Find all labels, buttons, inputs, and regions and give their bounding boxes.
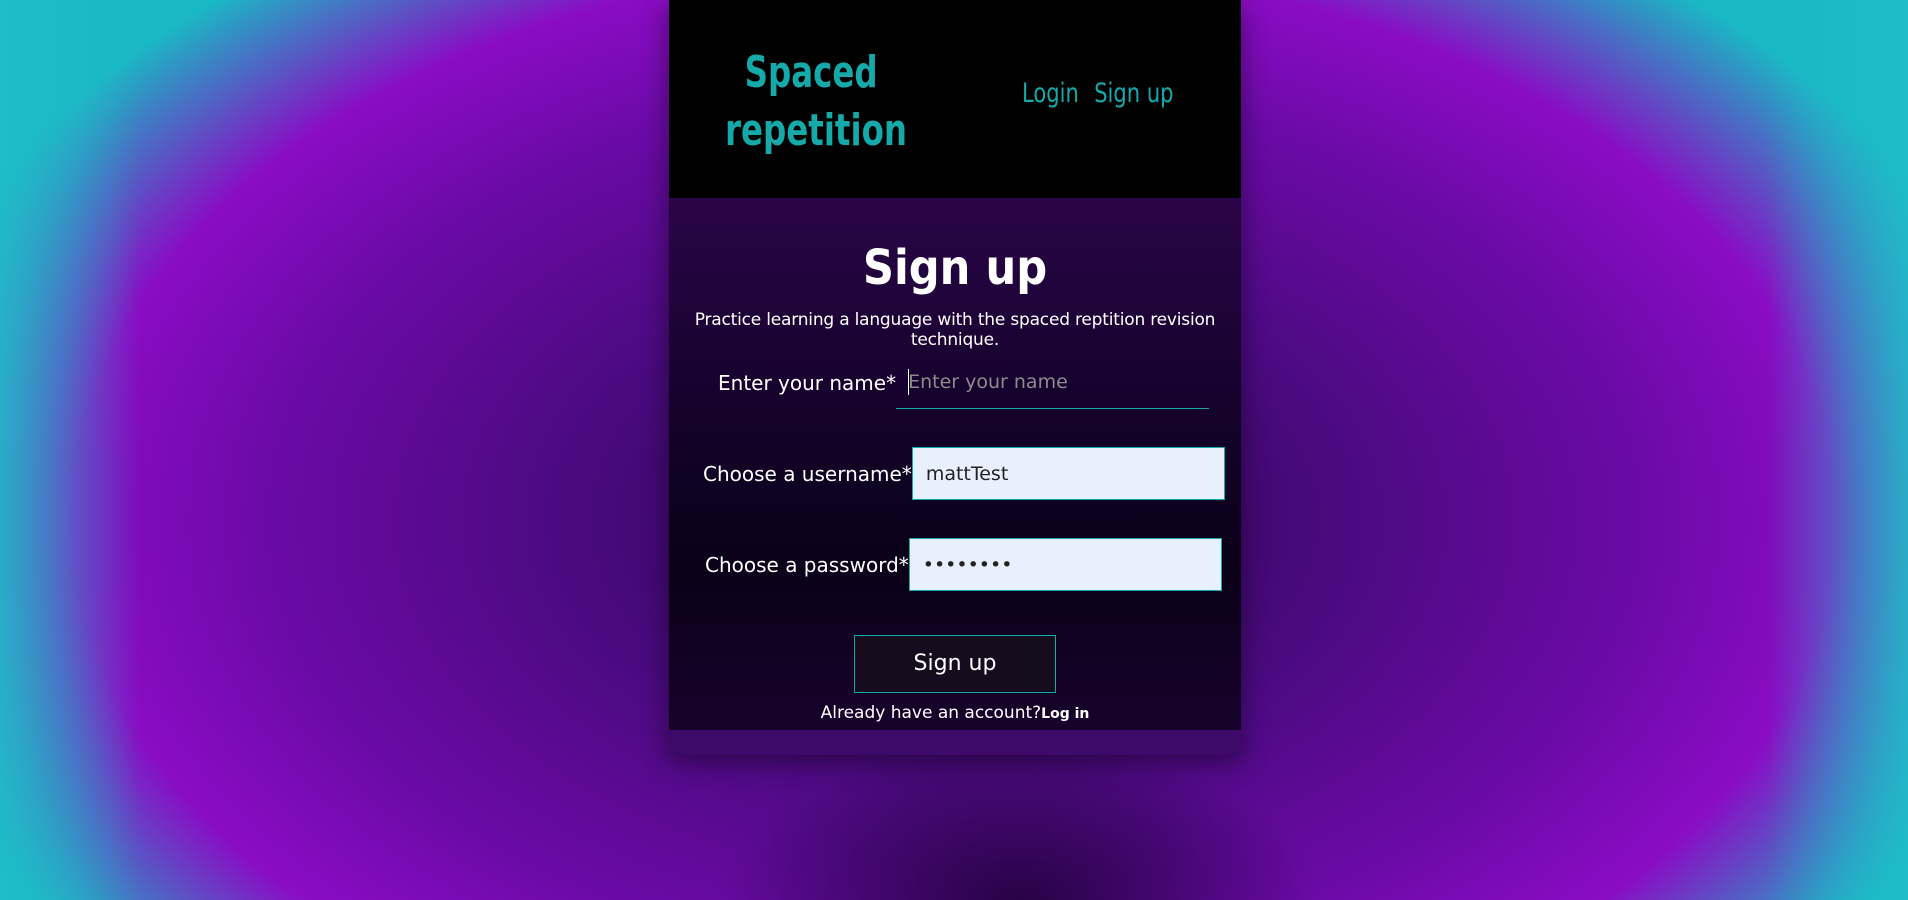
password-label: Choose a password* bbox=[705, 552, 909, 577]
site-logo[interactable]: Spaced repetition bbox=[725, 44, 907, 160]
name-label: Enter your name* bbox=[718, 370, 897, 395]
name-input-wrap bbox=[896, 356, 1210, 409]
username-field-row: Choose a username* bbox=[703, 447, 1225, 500]
signup-submit-button[interactable]: Sign up bbox=[854, 635, 1056, 693]
app-container: Spaced repetition Login Sign up Sign up … bbox=[669, 0, 1241, 755]
username-input[interactable] bbox=[911, 447, 1225, 500]
password-field-row: Choose a password* bbox=[705, 538, 1222, 591]
page-subtitle: Practice learning a language with the sp… bbox=[694, 310, 1216, 350]
logo-line-1: Spaced bbox=[744, 47, 878, 98]
login-link[interactable]: Log in bbox=[1041, 706, 1089, 722]
name-field-row: Enter your name* bbox=[718, 356, 1210, 409]
logo-line-2: repetition bbox=[725, 105, 907, 156]
page-title: Sign up bbox=[862, 240, 1048, 296]
username-label: Choose a username* bbox=[703, 461, 912, 486]
text-caret bbox=[908, 369, 910, 395]
nav-signup-link[interactable]: Sign up bbox=[1094, 78, 1173, 109]
nav-login-link[interactable]: Login bbox=[1022, 78, 1079, 109]
signup-panel: Sign up Practice learning a language wit… bbox=[669, 198, 1241, 730]
login-prompt: Already have an account?Log in bbox=[669, 703, 1241, 723]
site-header: Spaced repetition Login Sign up bbox=[669, 0, 1241, 198]
name-input[interactable] bbox=[896, 356, 1210, 409]
header-nav: Login Sign up bbox=[1006, 78, 1185, 109]
password-input[interactable] bbox=[908, 538, 1222, 591]
login-prompt-text: Already have an account? bbox=[820, 703, 1042, 723]
